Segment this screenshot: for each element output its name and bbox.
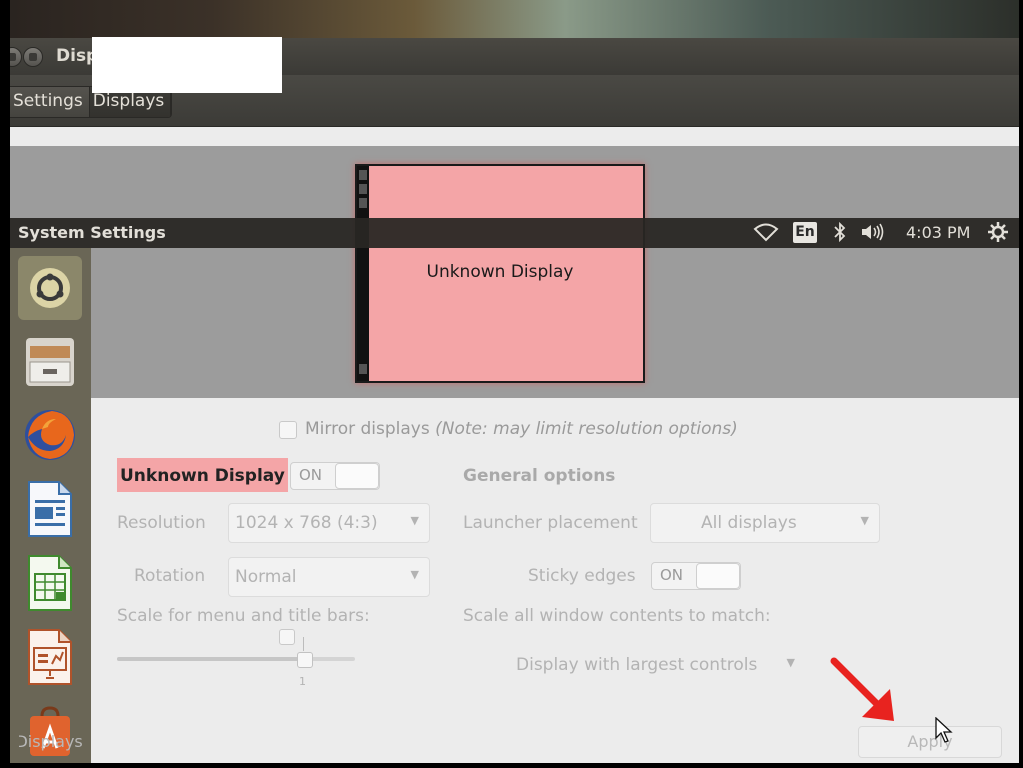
calc-spreadsheet-icon <box>18 551 82 615</box>
display-name-label: Unknown Display <box>117 458 288 492</box>
rotation-value: Normal <box>235 567 297 587</box>
launcher-impress-button[interactable] <box>18 625 82 689</box>
launcher-placement-select[interactable]: All displays ▼ <box>650 503 880 543</box>
monitor-preview[interactable]: Unknown Display <box>355 164 645 383</box>
monitor-preview-label: Unknown Display <box>426 262 574 282</box>
top-panel: System Settings En 4:03 PM <box>10 218 1019 248</box>
gear-icon[interactable] <box>987 221 1009 247</box>
sticky-edges-switch[interactable]: ON <box>651 562 741 590</box>
chevron-down-icon: ▼ <box>860 514 869 527</box>
rotation-select[interactable]: Normal ▼ <box>228 557 430 597</box>
minimize-window-button[interactable] <box>23 47 43 67</box>
resolution-select[interactable]: 1024 x 768 (4:3) ▼ <box>228 503 430 543</box>
resolution-label: Resolution <box>117 513 206 533</box>
file-cabinet-icon <box>18 330 82 394</box>
writer-document-icon <box>18 477 82 541</box>
display-power-switch[interactable]: ON <box>290 462 380 490</box>
ubuntu-logo-icon <box>18 256 82 320</box>
scale-all-select[interactable]: Display with largest controls ▼ <box>458 645 795 685</box>
chevron-down-icon: ▼ <box>410 568 419 581</box>
resolution-value: 1024 x 768 (4:3) <box>235 513 378 533</box>
bluetooth-icon[interactable] <box>833 221 847 247</box>
mirror-note: (Note: may limit resolution options) <box>435 419 738 439</box>
launcher <box>10 248 91 763</box>
launcher-writer-button[interactable] <box>18 477 82 541</box>
scale-tick-mark <box>303 637 304 651</box>
launcher-placement-value: All displays <box>701 513 797 533</box>
mirror-displays-checkbox[interactable] <box>279 421 297 439</box>
keyboard-layout-indicator[interactable]: En <box>793 222 817 243</box>
display-switch-knob <box>335 463 379 489</box>
detect-displays-button[interactable]: Detect Displays <box>18 726 150 758</box>
mouse-cursor-icon <box>935 717 953 743</box>
panel-app-title: System Settings <box>18 223 166 242</box>
launcher-dash-button[interactable] <box>18 256 82 320</box>
scale-slider-fill <box>117 657 303 661</box>
desktop-wallpaper <box>10 0 1019 38</box>
close-window-button[interactable] <box>10 47 22 67</box>
mirror-displays-label: Mirror displays (Note: may limit resolut… <box>305 419 738 439</box>
breadcrumb-settings[interactable]: Settings <box>10 87 90 117</box>
screen: Displays Settings Displays Unknown Displ… <box>10 0 1019 763</box>
redacted-region <box>92 37 282 93</box>
sticky-switch-label: ON <box>660 566 684 584</box>
firefox-icon <box>18 403 82 467</box>
general-options-heading: General options <box>463 466 616 486</box>
red-arrow-annotation <box>830 657 894 721</box>
display-switch-label: ON <box>299 466 323 484</box>
rotation-label: Rotation <box>134 566 206 586</box>
launcher-files-button[interactable] <box>18 330 82 394</box>
scale-all-label: Scale all window contents to match: <box>463 606 771 626</box>
scale-snap-marker <box>279 629 295 645</box>
scale-label: Scale for menu and title bars: <box>117 606 370 626</box>
launcher-firefox-button[interactable] <box>18 403 82 467</box>
chevron-down-icon: ▼ <box>410 514 419 527</box>
wifi-icon[interactable] <box>753 221 779 247</box>
scale-all-value: Display with largest controls <box>516 655 758 675</box>
volume-icon[interactable] <box>859 221 887 247</box>
sticky-edges-label: Sticky edges <box>528 566 636 586</box>
launcher-placement-label: Launcher placement <box>463 513 638 533</box>
sticky-switch-knob <box>696 563 740 589</box>
chevron-down-icon: ▼ <box>786 656 795 669</box>
launcher-calc-button[interactable] <box>18 551 82 615</box>
impress-presentation-icon <box>18 625 82 689</box>
scale-slider-handle[interactable] <box>297 652 313 668</box>
clock[interactable]: 4:03 PM <box>906 223 970 242</box>
scale-value-label: 1 <box>299 675 306 688</box>
